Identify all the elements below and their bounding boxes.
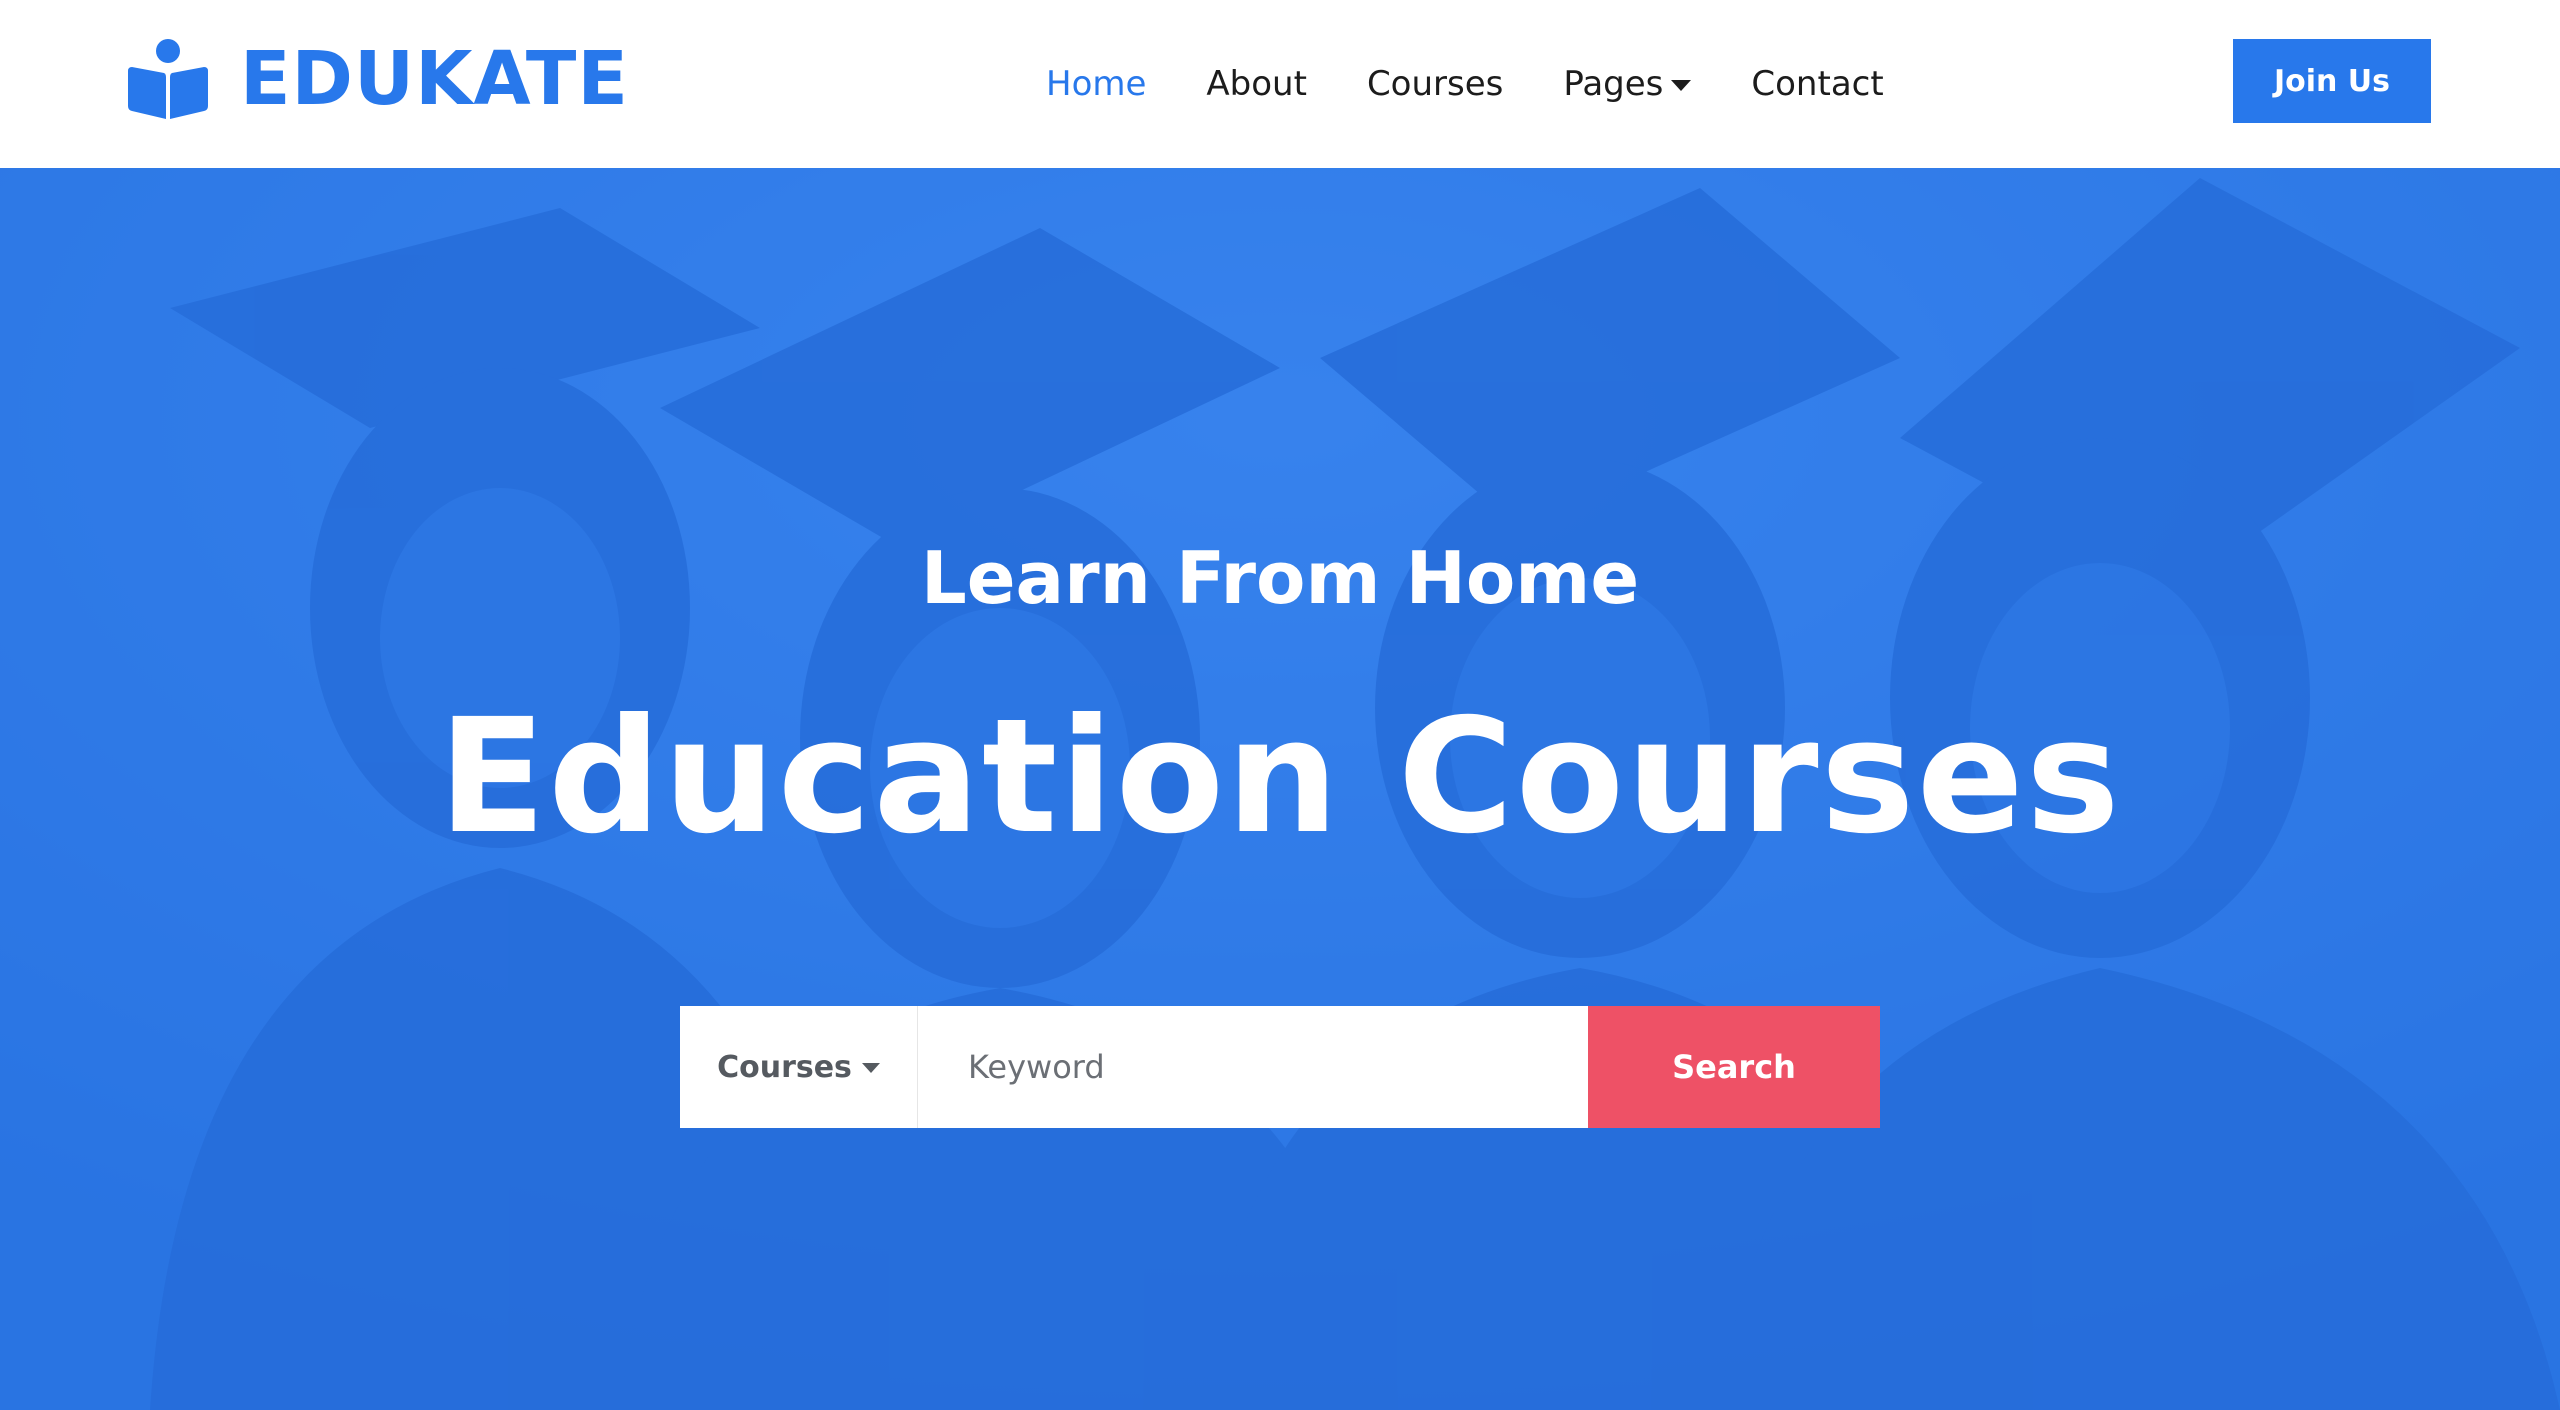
nav-contact[interactable]: Contact: [1751, 64, 1883, 104]
search-category-dropdown[interactable]: Courses: [680, 1006, 918, 1128]
hero-section: Learn From Home Education Courses Course…: [0, 168, 2560, 1410]
hero-subtitle: Learn From Home: [920, 536, 1640, 620]
keyword-search-input[interactable]: [918, 1006, 1588, 1128]
search-category-label: Courses: [717, 1049, 852, 1085]
join-us-button[interactable]: Join Us: [2233, 39, 2431, 123]
main-nav: Home About Courses Pages Contact: [1046, 0, 1944, 168]
nav-about[interactable]: About: [1206, 64, 1307, 104]
course-search-form: Courses Search: [680, 1006, 1880, 1128]
search-button[interactable]: Search: [1588, 1006, 1880, 1128]
top-navbar: EDUKATE Home About Courses Pages Contact…: [0, 0, 2560, 168]
hero-title: Education Courses: [438, 685, 2122, 869]
hero-content: Learn From Home Education Courses Course…: [0, 168, 2560, 1410]
nav-courses[interactable]: Courses: [1367, 64, 1503, 104]
chevron-down-icon: [861, 1063, 880, 1073]
brand-name: EDUKATE: [240, 36, 629, 122]
brand-logo-link[interactable]: EDUKATE: [126, 34, 629, 124]
book-reader-icon: [128, 39, 208, 119]
nav-pages-label: Pages: [1563, 64, 1664, 104]
nav-home[interactable]: Home: [1046, 64, 1146, 104]
chevron-down-icon: [1671, 79, 1692, 91]
nav-pages-dropdown[interactable]: Pages: [1563, 64, 1692, 104]
